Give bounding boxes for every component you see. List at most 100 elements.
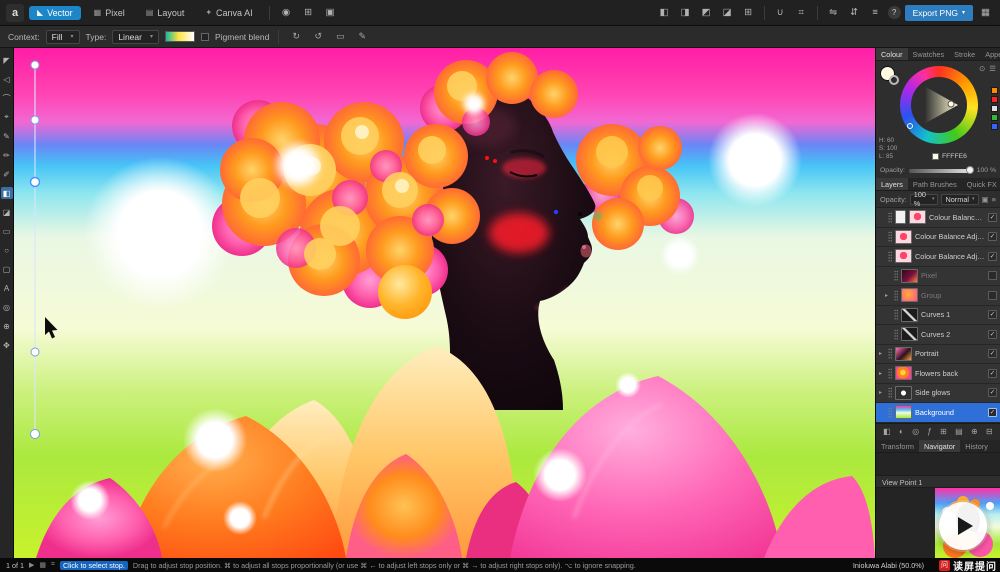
visibility-checkbox[interactable]: ✓ [988, 349, 997, 358]
video-play-button[interactable] [939, 502, 987, 550]
snapping-icon[interactable]: ∪ [772, 5, 789, 21]
layer-thumbnail[interactable] [895, 405, 912, 419]
gradient-preview-swatch[interactable] [165, 31, 195, 42]
view-tool[interactable]: ✥ [1, 339, 13, 351]
visibility-checkbox[interactable]: ✓ [988, 310, 997, 319]
drag-handle[interactable] [888, 368, 892, 379]
layer-row-pixel[interactable]: Pixel [876, 267, 1000, 287]
place-image-icon[interactable]: ⊞ [300, 5, 317, 21]
insert-layer-icon[interactable]: ▤ [955, 427, 963, 436]
eyedropper-icon[interactable]: ✎ [354, 31, 370, 42]
vector-brush-tool[interactable]: ✐ [1, 168, 13, 180]
layers-menu-icon[interactable]: ≡ [992, 195, 996, 204]
remove-layer-icon[interactable]: ⊟ [986, 427, 993, 436]
colour-chip[interactable] [991, 96, 998, 103]
live-filter-icon[interactable]: ◎ [912, 427, 919, 436]
colour-wheel[interactable] [900, 66, 978, 144]
node-tool[interactable]: ◁ [1, 73, 13, 85]
colour-chip[interactable] [991, 87, 998, 94]
panel-menu-icon[interactable]: ☰ [989, 64, 996, 73]
layer-row-background[interactable]: Background ✓ [876, 403, 1000, 423]
next-page-icon[interactable]: ▶ [29, 561, 34, 569]
pixel-grid-icon[interactable]: ⌗ [793, 5, 810, 21]
reverse-gradient-icon[interactable]: ↺ [310, 31, 326, 42]
stroke-colour-swatch[interactable] [889, 75, 899, 85]
pigment-blend-checkbox[interactable] [201, 33, 209, 41]
drag-handle[interactable] [894, 290, 898, 301]
layer-thumbnail[interactable] [895, 230, 912, 244]
visibility-checkbox[interactable]: ✓ [988, 232, 997, 241]
tab-transform[interactable]: Transform [876, 440, 919, 452]
account-icon[interactable]: ◉ [278, 5, 295, 21]
layer-thumbnail[interactable] [901, 327, 918, 341]
boolean-combine-icon[interactable]: ⊞ [740, 5, 757, 21]
expand-chevron-icon[interactable]: ▸ [879, 389, 885, 396]
tab-appearance[interactable]: Appearance [980, 48, 1000, 60]
zoom-tool[interactable]: ⊕ [1, 320, 13, 332]
drag-handle[interactable] [888, 212, 892, 223]
visibility-checkbox[interactable] [988, 291, 997, 300]
corner-tool[interactable]: ⌒ [1, 92, 13, 104]
layer-thumbnail[interactable] [901, 269, 918, 283]
opacity-slider[interactable] [909, 169, 973, 173]
colour-picker-tool[interactable]: ◎ [1, 301, 13, 313]
layer-thumbnail[interactable] [895, 366, 912, 380]
rounded-rectangle-tool[interactable]: ▢ [1, 263, 13, 275]
layer-row-colour-balance-2[interactable]: Colour Balance Adjustm ✓ [876, 247, 1000, 267]
boolean-subtract-icon[interactable]: ◨ [677, 5, 694, 21]
tab-navigator[interactable]: Navigator [919, 440, 960, 452]
add-layer-icon[interactable]: ⊕ [971, 427, 978, 436]
opacity-slider-knob[interactable] [966, 166, 974, 174]
colour-chip[interactable] [991, 123, 998, 130]
alignment-icon[interactable]: ≡ [867, 5, 884, 21]
drag-handle[interactable] [888, 231, 892, 242]
rotate-gradient-icon[interactable]: ↻ [288, 31, 304, 42]
tab-colour[interactable]: Colour [876, 48, 908, 60]
persona-pixel[interactable]: ▦ Pixel [86, 6, 133, 20]
tab-history[interactable]: History [960, 440, 993, 452]
adjustment-layer-icon[interactable]: ◐ [899, 427, 904, 436]
boolean-divide-icon[interactable]: ◪ [719, 5, 736, 21]
visibility-checkbox[interactable]: ✓ [988, 408, 997, 417]
gradient-stop[interactable] [31, 348, 39, 356]
pencil-tool[interactable]: ✏ [1, 149, 13, 161]
tab-stroke[interactable]: Stroke [949, 48, 980, 60]
colour-chip[interactable] [991, 105, 998, 112]
gradient-stop-selected[interactable] [31, 178, 40, 187]
context-fill-dropdown[interactable]: Fill ▾ [46, 30, 80, 44]
boolean-add-icon[interactable]: ◧ [656, 5, 673, 21]
layer-row-side-glows[interactable]: ▸ Side glows ✓ [876, 384, 1000, 404]
layer-thumbnail[interactable] [901, 288, 918, 302]
boolean-intersect-icon[interactable]: ◩ [698, 5, 715, 21]
visibility-checkbox[interactable]: ✓ [988, 369, 997, 378]
point-transform-tool[interactable]: ⌖ [1, 111, 13, 123]
colour-triangle[interactable] [912, 78, 966, 132]
mask-layer-icon[interactable]: ◧ [883, 427, 891, 436]
layer-row-colour-balance-a[interactable]: Colour Balance A ✓ [876, 208, 1000, 228]
colour-chip[interactable] [991, 114, 998, 121]
hex-value[interactable]: FFFFE6 [942, 153, 967, 160]
tab-layers[interactable]: Layers [876, 178, 908, 190]
drag-handle[interactable] [894, 270, 898, 281]
visibility-checkbox[interactable]: ✓ [988, 388, 997, 397]
drag-handle[interactable] [888, 348, 892, 359]
visibility-checkbox[interactable]: ✓ [988, 252, 997, 261]
layer-thumbnail[interactable] [901, 308, 918, 322]
layer-row-flowers-back[interactable]: ▸ Flowers back ✓ [876, 364, 1000, 384]
persona-layout[interactable]: ▤ Layout [138, 6, 193, 20]
expand-chevron-icon[interactable]: ▸ [885, 292, 891, 299]
expand-chevron-icon[interactable]: ▸ [879, 350, 885, 357]
move-tool[interactable]: ◤ [1, 54, 13, 66]
text-tool[interactable]: A [1, 282, 13, 294]
drag-handle[interactable] [894, 309, 898, 320]
drag-handle[interactable] [888, 387, 892, 398]
studio-preset-icon[interactable]: ▦ [977, 5, 994, 21]
expand-chevron-icon[interactable]: ▸ [879, 370, 885, 377]
drag-handle[interactable] [888, 407, 892, 418]
maintain-fill-aspect-icon[interactable]: ▭ [332, 31, 348, 42]
flip-horizontal-icon[interactable]: ⇋ [825, 5, 842, 21]
persona-canva-ai[interactable]: ✦ Canva AI [197, 6, 260, 20]
canvas[interactable] [14, 48, 875, 558]
view-point-item[interactable]: View Point 1 [876, 475, 1000, 488]
blend-mode-dropdown[interactable]: Normal ▾ [941, 194, 978, 205]
